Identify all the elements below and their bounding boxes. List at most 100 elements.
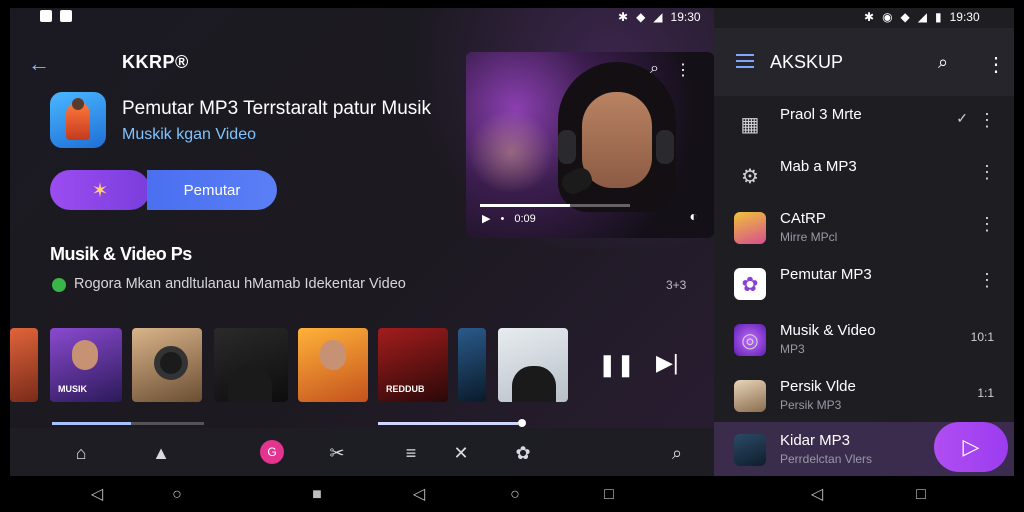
pause-button[interactable]: ❚❚ (598, 352, 635, 378)
search-icon[interactable]: ⌕ (650, 60, 659, 80)
right-header (714, 28, 1014, 96)
magic-button[interactable]: ✶ (50, 170, 150, 210)
tile-1[interactable] (10, 328, 38, 402)
list-item-subtitle: MP3 (780, 342, 805, 356)
more-vert-icon[interactable]: ⋮ (978, 270, 996, 291)
home-icon[interactable]: ⌂ (70, 442, 92, 464)
list-item-value: 1:1 (977, 386, 994, 400)
list-item[interactable]: ◎ Musik & Video MP3 10:1 (714, 312, 1014, 368)
recents-icon[interactable]: ■ (308, 486, 326, 504)
list-item-title: Praol 3 Mrte (780, 106, 862, 123)
back-icon[interactable]: ◁ (410, 486, 428, 504)
play-icon[interactable]: ▶ (482, 212, 490, 225)
video-progress[interactable] (480, 204, 630, 207)
system-nav-bar: ◁ ○ ■ ◁ ○ □ ◁ □ (0, 476, 1024, 512)
back-icon[interactable]: ◁ (808, 486, 826, 504)
grid-icon: ▦ (740, 113, 760, 136)
bottom-nav: ⌂ ▲ G ✂ ≡ ✕ ✿ ⌕ (10, 428, 714, 476)
more-vert-icon[interactable]: ⋮ (986, 52, 1006, 77)
mountain-icon[interactable]: ▲ (150, 442, 172, 464)
tile-progress (52, 422, 204, 425)
check-icon[interactable]: ✓ (956, 110, 968, 127)
list-item[interactable]: ✿ Pemutar MP3 ⋮ (714, 256, 1014, 312)
status-bar-left (40, 10, 72, 30)
bluetooth-icon: ✱ (618, 10, 629, 24)
menu-icon[interactable] (736, 54, 754, 68)
signal-icon: ◢ (917, 10, 928, 24)
playback-progress[interactable] (378, 419, 526, 427)
more-vert-icon[interactable]: ⋮ (675, 60, 691, 80)
more-vert-icon[interactable]: ⋮ (978, 214, 996, 235)
list-item-value: 10:1 (970, 330, 994, 344)
right-pane: ✱ ◉ ◆ ◢ ▮ 19:30 AKSKUP ⌕ ⋮ ▦ Praol 3 Mrt… (714, 8, 1014, 476)
battery-icon: ▮ (935, 10, 942, 24)
home-icon[interactable]: ○ (168, 486, 186, 504)
status-time: 19:30 (670, 10, 701, 24)
right-title: AKSKUP (770, 52, 844, 72)
tile-3[interactable] (132, 328, 202, 402)
left-pane: ✱ ◆ ◢ 19:30 ← KKRP® Pemutar MP3 Terrstar… (10, 8, 714, 476)
list-item[interactable]: ▦ Praol 3 Mrte ✓ ⋮ (714, 96, 1014, 152)
list-item-subtitle: Mirre MPcl (780, 230, 838, 244)
tile-8[interactable] (498, 328, 568, 402)
nfc-icon: ◉ (882, 10, 893, 24)
app-icon (50, 92, 106, 148)
dot-icon: • (500, 212, 505, 225)
app-title: Pemutar MP3 Terrstaralt patur Musik (122, 98, 432, 119)
magic-wand-icon[interactable]: ✂ (326, 442, 348, 464)
settings-icon[interactable]: ✿ (512, 442, 534, 464)
arrow-left-icon: ← (28, 51, 50, 76)
back-icon[interactable]: ◁ (88, 486, 106, 504)
tile-6[interactable]: REDDUB (378, 328, 448, 402)
tune-icon[interactable]: ≡ (400, 442, 422, 464)
recents-icon[interactable]: □ (600, 486, 618, 504)
list-item[interactable]: ⚙ Mab a MP3 ⋮ (714, 148, 1014, 204)
flower-icon: ✿ (734, 268, 766, 300)
spiral-icon: ◎ (734, 324, 766, 356)
play-icon: ▷ (962, 434, 980, 459)
video-time: 0:09 (514, 212, 536, 225)
status-bar-right-pane: ✱ ◉ ◆ ◢ ▮ 19:30 (864, 10, 980, 30)
developer-line[interactable]: Rogora Mkan andltulanau hMamab Idekentar… (74, 276, 406, 292)
notification-icon (40, 10, 52, 22)
list-item-title: CAtRP (780, 210, 826, 227)
recents-icon[interactable]: □ (912, 486, 930, 504)
developer-badge-icon (52, 278, 66, 292)
list-item-title: Pemutar MP3 (780, 266, 872, 283)
video-top-icons: ⌕ ⋮ (650, 60, 691, 80)
volume-icon[interactable]: ◐ (690, 208, 698, 224)
back-button[interactable]: ← (28, 52, 52, 76)
list-item-title: Mab a MP3 (780, 158, 857, 175)
skip-next-icon: ▶| (656, 350, 679, 375)
section-title: Musik & Video Ps (50, 244, 192, 264)
bluetooth-icon: ✱ (864, 10, 875, 24)
app-short-name: KKRP® (122, 52, 189, 72)
next-button[interactable]: ▶| (656, 350, 679, 376)
album-art-icon (734, 380, 766, 412)
tile-5[interactable] (298, 328, 368, 402)
list-item-title: Persik Vlde (780, 378, 856, 395)
pemutar-button[interactable]: Pemutar (147, 170, 277, 210)
search-icon[interactable]: ⌕ (666, 442, 688, 464)
tile-caption: MUSIK (58, 384, 87, 394)
pemutar-button-label: Pemutar (183, 181, 241, 199)
developer-count: 3+3 (666, 278, 687, 292)
list-item[interactable]: CAtRP Mirre MPcl ⋮ (714, 200, 1014, 256)
tile-7[interactable] (458, 328, 486, 402)
play-fab[interactable]: ▷ (934, 422, 1008, 472)
list-item-subtitle: Perrdelctan Vlers (780, 452, 873, 466)
search-icon[interactable]: ⌕ (938, 52, 948, 73)
home-icon[interactable]: ○ (506, 486, 524, 504)
list-item[interactable]: Persik Vlde Persik MP3 1:1 (714, 368, 1014, 424)
more-vert-icon[interactable]: ⋮ (978, 162, 996, 183)
more-vert-icon[interactable]: ⋮ (978, 110, 996, 131)
gear-icon: ⚙ (741, 165, 759, 188)
avatar-icon (734, 434, 766, 466)
profile-icon[interactable]: G (260, 440, 284, 464)
tile-caption: REDDUB (386, 384, 425, 394)
tile-4[interactable] (214, 328, 288, 402)
tool-icon[interactable]: ✕ (450, 442, 472, 464)
signal-icon: ◢ (653, 10, 663, 24)
list-item-subtitle: Persik MP3 (780, 398, 842, 412)
tile-2[interactable]: MUSIK (50, 328, 122, 402)
